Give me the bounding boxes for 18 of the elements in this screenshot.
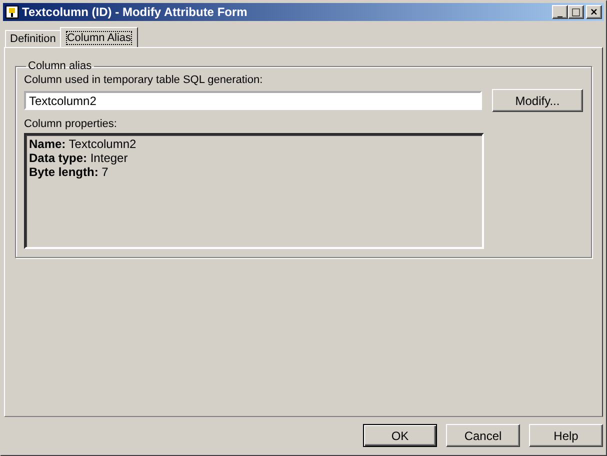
field-label: Column used in temporary table SQL generation: bbox=[24, 74, 264, 86]
app-icon bbox=[5, 5, 19, 19]
tab[interactable]: Definition bbox=[5, 30, 61, 47]
close-button[interactable]: × bbox=[586, 5, 602, 19]
group-title: Column alias bbox=[27, 60, 93, 72]
minimize-button[interactable]: _ bbox=[552, 5, 568, 19]
help-button[interactable]: Help bbox=[529, 424, 603, 447]
window-title: Textcolumn (ID) - Modify Attribute Form bbox=[22, 5, 248, 19]
property-line: Name: Textcolumn2 bbox=[29, 137, 138, 151]
tab[interactable]: Column Alias bbox=[60, 27, 138, 47]
maximize-button[interactable]: □ bbox=[568, 5, 584, 19]
property-line: Data type: Integer bbox=[29, 151, 129, 165]
modify-button[interactable]: Modify... bbox=[492, 89, 583, 112]
field-label: Column properties: bbox=[24, 118, 118, 130]
cancel-button[interactable]: Cancel bbox=[446, 424, 520, 447]
ok-button[interactable]: OK bbox=[363, 424, 437, 447]
property-line: Byte length: 7 bbox=[29, 165, 110, 179]
input-field[interactable]: Textcolumn2 bbox=[24, 91, 482, 110]
